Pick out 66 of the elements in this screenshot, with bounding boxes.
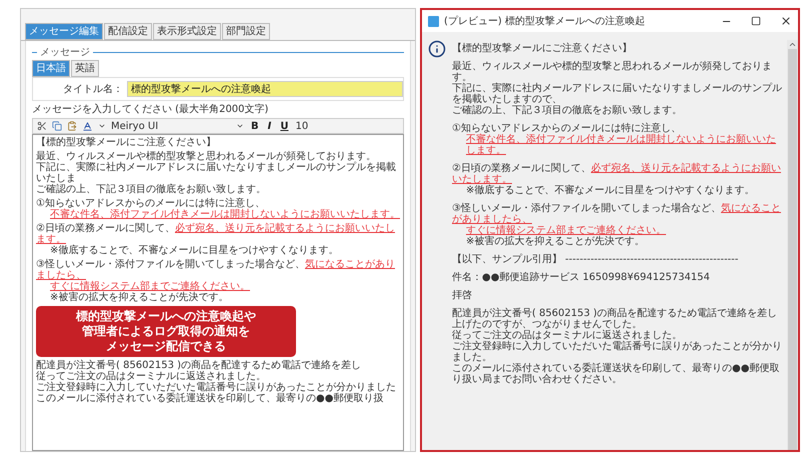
callout-text: メッセージ配信できる <box>106 339 226 354</box>
font-color-icon[interactable] <box>82 120 93 132</box>
warning-text: すぐに情報システム部までご連絡ください。 <box>466 225 666 236</box>
message-prompt: メッセージを入力してください (最大半角2000文字) <box>32 102 270 117</box>
window-title: (プレビュー) 標的型攻撃メールへの注意喚起 <box>444 16 646 26</box>
tab[interactable]: メッセージ編集 <box>25 23 103 40</box>
message-text: ③怪しいメール・添付ファイルを開いてしまった場合など、気になることがありましたら、 <box>36 259 396 281</box>
message-text: このメールに添付されている委託運送状を印刷して、最寄りの●●郵便取り扱い局までお問い合わせください。 <box>452 363 780 385</box>
callout-text: 管理者によるログ取得の通知を <box>82 324 250 339</box>
message-text: ※徹底することで、不審なメールに目星をつけやすくなります。 <box>466 185 754 196</box>
scroll-up-icon[interactable] <box>788 40 797 49</box>
message-text: ※被害の拡大を抑えることが先決です。 <box>466 236 644 247</box>
tab[interactable]: 配信設定 <box>104 23 152 40</box>
message-text: 拝啓 <box>452 290 472 301</box>
scrollbar[interactable] <box>787 40 798 450</box>
editor-area[interactable] <box>32 134 404 451</box>
title-input[interactable]: 標的型攻撃メールへの注意喚起 <box>127 81 403 97</box>
message-text: ご注文登録時に入力していただいた電話番号に誤りがあったことが分かりました。 <box>452 341 782 363</box>
info-icon <box>428 40 446 58</box>
message-text: このメールに添付されている委託運送状を印刷して、最寄りの●●郵便取り扱 <box>36 393 384 404</box>
format-button[interactable]: B <box>249 120 261 132</box>
message-text: 下記に、実際に社内メールアドレスに届いたなりすましメールのサンプルを掲載いたしますので、 <box>452 83 782 105</box>
message-text: 【以下、サンプル引用】 ------------------------------------------------ <box>452 254 738 265</box>
message-text: 従ってご注文の品はターミナルに返送されました。 <box>36 371 266 382</box>
message-text: 【標的型攻撃メールにご注意ください】 <box>452 43 632 54</box>
app-icon <box>428 16 439 26</box>
font-select[interactable]: Meiryo UI <box>111 120 231 132</box>
language-tab[interactable]: 日本語 <box>32 60 70 77</box>
section-legend: メッセージ <box>40 47 90 58</box>
message-text: ②日頃の業務メールに関して、必ず宛名、送り元を記載するようにお願いいたします。 <box>452 163 782 185</box>
message-text: ②日頃の業務メールに関して、必ず宛名、送り元を記載するようにお願いいたします。 <box>36 223 396 245</box>
warning-text: 不審な件名、添付ファイル付きメールは開封しないようにお願いいたします。 <box>466 134 776 156</box>
message-text: 最近、ウィルスメールや標的型攻撃と思われるメールが頻発しております。 <box>452 61 772 83</box>
message-text: 従ってご注文の品はターミナルに返送されました。 <box>452 330 682 341</box>
cut-icon[interactable] <box>37 121 47 131</box>
message-text: ※被害の拡大を抑えることが先決です。 <box>50 292 228 303</box>
caret-icon[interactable] <box>98 122 106 130</box>
message-text: 件名：●●郵便追跡サービス 1650998¥694125734154 <box>452 272 710 283</box>
message-text: 配達員が注文番号( 85602153 )の商品を配達するため電話で連絡を差し上げたのですが、つながりませんでした。 <box>452 308 778 330</box>
tab[interactable]: 表示形式設定 <box>153 23 221 40</box>
font-size-select[interactable]: 10 <box>295 120 308 132</box>
message-text: ※徹底することで、不審なメールに目星をつけやすくなります。 <box>50 245 338 256</box>
message-text: ①知らないアドレスからのメールには特に注意し、 <box>452 123 681 134</box>
format-button[interactable]: U <box>278 120 290 132</box>
maximize-icon[interactable] <box>751 16 761 26</box>
message-text: ご確認の上、下記３項目の徹底をお願い致します。 <box>452 105 682 116</box>
message-text: 最近、ウィルスメールや標的型攻撃と思われるメールが頻発しております。 <box>36 151 376 162</box>
close-icon[interactable] <box>780 15 792 27</box>
scrollbar-thumb[interactable] <box>788 49 797 450</box>
language-tab[interactable]: 英語 <box>71 60 99 77</box>
callout-text: 標的型攻撃メールへの注意喚起や <box>76 309 256 324</box>
format-button[interactable]: I <box>266 120 274 132</box>
copy-icon[interactable] <box>52 121 62 131</box>
caret-icon[interactable] <box>236 122 244 130</box>
warning-text: すぐに情報システム部までご連絡ください。 <box>50 281 250 292</box>
message-text: 【標的型攻撃メールにご注意ください】 <box>36 137 216 148</box>
message-text: ③怪しいメール・添付ファイルを開いてしまった場合など、気になることがありましたら、 <box>452 203 782 225</box>
field-label: タイトル名： <box>63 84 123 94</box>
paste-icon[interactable] <box>67 121 77 131</box>
message-text: 配達員が注文番号( 85602153 )の商品を配達するため電話で連絡を差し <box>36 360 362 371</box>
message-text: 下記に、実際に社内メールアドレスに届いたなりすましメールのサンプルを掲載いたしま <box>36 162 396 184</box>
message-text: ご確認の上、下記３項目の徹底をお願い致します。 <box>36 184 266 195</box>
message-text: ご注文登録時に入力していただいた電話番号に誤りがあったことが分かりました <box>36 382 396 393</box>
tab[interactable]: 部門設定 <box>222 23 270 40</box>
warning-text: 不審な件名、添付ファイル付きメールは開封しないようにお願いいたします。 <box>50 209 400 220</box>
message-text: ①知らないアドレスからのメールには特に注意し、 <box>36 198 265 209</box>
